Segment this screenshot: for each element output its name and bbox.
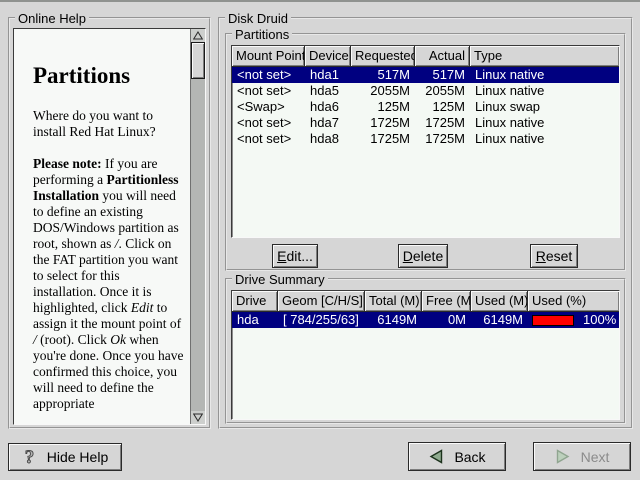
- usage-bar: [532, 315, 574, 326]
- delete-button[interactable]: Delete: [398, 244, 448, 268]
- cell-mount-point: <Swap>: [232, 99, 305, 115]
- scroll-up-arrow-icon: [193, 31, 203, 40]
- cell-device: hda7: [305, 115, 351, 131]
- usage-percent-label: 100%: [583, 312, 616, 328]
- col-header-device[interactable]: Device: [305, 46, 351, 66]
- col-header-free[interactable]: Free (M): [422, 291, 471, 311]
- cell-mount-point: <not set>: [232, 83, 305, 99]
- col-header-actual[interactable]: Actual: [415, 46, 470, 66]
- partition-row-hda7[interactable]: <not set> hda7 1725M 1725M Linux native: [232, 115, 619, 131]
- cell-mount-point: <not set>: [232, 115, 305, 131]
- cell-requested: 1725M: [351, 115, 415, 131]
- scrollbar-thumb[interactable]: [191, 42, 205, 79]
- disk-druid-frame: Disk Druid Partitions Mount Point Device…: [218, 17, 633, 429]
- cell-used-pct: 100%: [528, 312, 619, 328]
- cell-actual: 125M: [415, 99, 470, 115]
- cell-total: 6149M: [365, 312, 422, 328]
- reset-button[interactable]: Reset: [530, 244, 578, 268]
- next-label: Next: [581, 449, 610, 465]
- drive-summary-frame-label: Drive Summary: [232, 272, 328, 287]
- col-header-used-m[interactable]: Used (M): [471, 291, 528, 311]
- disk-druid-frame-label: Disk Druid: [225, 11, 291, 26]
- col-header-mount-point[interactable]: Mount Point: [232, 46, 305, 66]
- col-header-geom[interactable]: Geom [C/H/S]: [278, 291, 365, 311]
- cell-type: Linux native: [470, 131, 619, 147]
- drive-row-hda[interactable]: hda [ 784/255/63] 6149M 0M 6149M 100%: [232, 312, 619, 328]
- partition-row-hda8[interactable]: <not set> hda8 1725M 1725M Linux native: [232, 131, 619, 147]
- partitions-frame-label: Partitions: [232, 27, 292, 42]
- cell-used-m: 6149M: [471, 312, 528, 328]
- scroll-down-arrow-icon: [193, 413, 203, 422]
- partitions-table: Mount Point Device Requested Actual Type…: [231, 45, 620, 238]
- next-arrow-icon: [555, 449, 571, 464]
- cell-requested: 125M: [351, 99, 415, 115]
- drive-summary-frame: Drive Summary Drive Geom [C/H/S] Total (…: [225, 278, 626, 424]
- question-mark-icon: ?: [22, 447, 37, 467]
- cell-type: Linux native: [470, 83, 619, 99]
- window-top-edge: [0, 0, 640, 2]
- col-header-total[interactable]: Total (M): [365, 291, 422, 311]
- edit-button[interactable]: Edit...: [272, 244, 318, 268]
- svg-text:?: ?: [25, 447, 35, 467]
- cell-free: 0M: [422, 312, 471, 328]
- cell-actual: 1725M: [415, 115, 470, 131]
- cell-requested: 517M: [351, 67, 415, 83]
- col-header-used-pct[interactable]: Used (%): [528, 291, 619, 311]
- partition-row-hda6[interactable]: <Swap> hda6 125M 125M Linux swap: [232, 99, 619, 115]
- col-header-requested[interactable]: Requested: [351, 46, 415, 66]
- cell-mount-point: <not set>: [232, 67, 305, 83]
- help-doc-title: Partitions: [33, 63, 184, 89]
- hide-help-button[interactable]: ? Hide Help: [8, 443, 122, 471]
- cell-device: hda5: [305, 83, 351, 99]
- installer-window: Online Help Partitions Where do you want…: [0, 0, 640, 480]
- cell-type: Linux swap: [470, 99, 619, 115]
- partition-row-hda1[interactable]: <not set> hda1 517M 517M Linux native: [232, 67, 619, 83]
- cell-actual: 517M: [415, 67, 470, 83]
- online-help-frame-label: Online Help: [15, 11, 89, 26]
- scroll-up-button[interactable]: [191, 29, 205, 42]
- back-arrow-icon: [428, 449, 444, 464]
- hide-help-label: Hide Help: [47, 449, 108, 465]
- partitions-table-header: Mount Point Device Requested Actual Type: [232, 46, 619, 67]
- cell-actual: 1725M: [415, 131, 470, 147]
- cell-requested: 2055M: [351, 83, 415, 99]
- cell-type: Linux native: [470, 115, 619, 131]
- cell-type: Linux native: [470, 67, 619, 83]
- cell-device: hda6: [305, 99, 351, 115]
- cell-drive: hda: [232, 312, 278, 328]
- col-header-drive[interactable]: Drive: [232, 291, 278, 311]
- scroll-down-button[interactable]: [191, 411, 205, 424]
- help-document: Partitions Where do you want to install …: [14, 29, 190, 424]
- back-label: Back: [454, 449, 485, 465]
- help-paragraph-2: Please note: If you are performing a Par…: [33, 156, 184, 412]
- help-scrollbar[interactable]: [190, 29, 205, 424]
- cell-device: hda1: [305, 67, 351, 83]
- cell-actual: 2055M: [415, 83, 470, 99]
- drive-summary-table-header: Drive Geom [C/H/S] Total (M) Free (M) Us…: [232, 291, 619, 312]
- cell-requested: 1725M: [351, 131, 415, 147]
- cell-device: hda8: [305, 131, 351, 147]
- back-button[interactable]: Back: [408, 442, 506, 471]
- help-text-area: Partitions Where do you want to install …: [13, 28, 206, 425]
- online-help-frame: Online Help Partitions Where do you want…: [8, 17, 211, 429]
- partitions-frame: Partitions Mount Point Device Requested …: [225, 33, 626, 271]
- cell-mount-point: <not set>: [232, 131, 305, 147]
- cell-geom: [ 784/255/63]: [278, 312, 365, 328]
- drive-summary-table: Drive Geom [C/H/S] Total (M) Free (M) Us…: [231, 290, 620, 420]
- help-paragraph-1: Where do you want to install Red Hat Lin…: [33, 108, 184, 140]
- partition-row-hda5[interactable]: <not set> hda5 2055M 2055M Linux native: [232, 83, 619, 99]
- col-header-type[interactable]: Type: [470, 46, 619, 66]
- next-button[interactable]: Next: [533, 442, 631, 471]
